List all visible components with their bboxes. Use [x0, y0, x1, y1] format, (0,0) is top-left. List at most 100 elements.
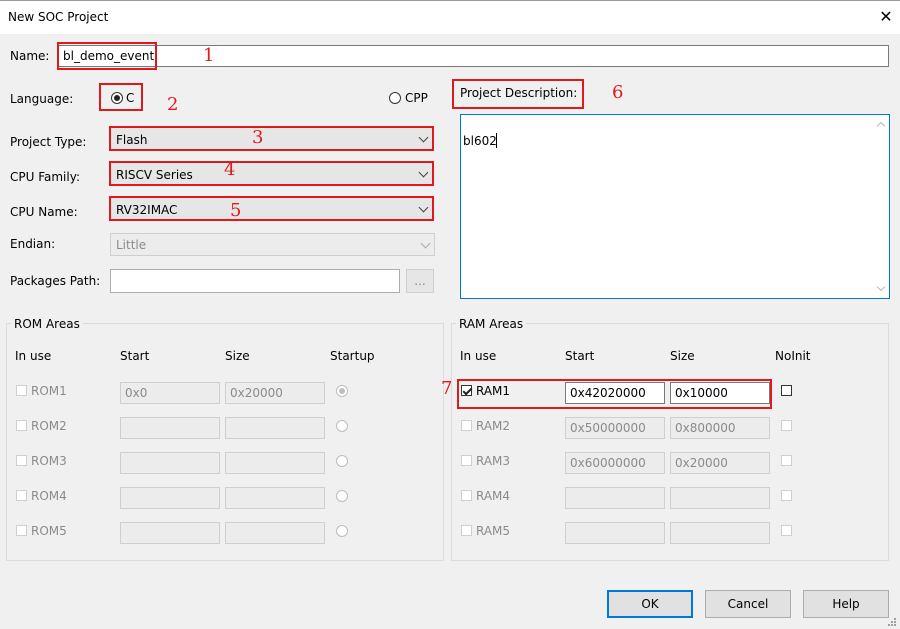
annotation-7: 7 [441, 378, 453, 399]
rom2-size[interactable] [225, 417, 325, 439]
rom-areas-title: ROM Areas [11, 317, 83, 331]
rom1-size[interactable]: 0x20000 [225, 382, 325, 404]
rom2-startup-radio[interactable] [336, 420, 348, 432]
project-type-label: Project Type: [10, 135, 87, 149]
ram5-noinit-checkbox[interactable] [781, 525, 792, 536]
rom1-start[interactable]: 0x0 [120, 382, 220, 404]
annotation-3: 3 [252, 127, 264, 148]
packages-path-input[interactable] [110, 269, 400, 293]
annotation-1: 1 [203, 45, 215, 66]
ram-areas-title: RAM Areas [456, 317, 527, 331]
rom2-label: ROM2 [31, 419, 67, 433]
ram3-checkbox[interactable] [461, 455, 472, 466]
ram1-noinit-checkbox[interactable] [781, 385, 792, 396]
rom4-start[interactable] [120, 487, 220, 509]
ram1-checkbox[interactable] [461, 385, 472, 396]
scrollbar[interactable] [873, 115, 889, 298]
ram-header-noinit: NoInit [775, 349, 811, 363]
cpu-family-value: RISCV Series [116, 168, 193, 182]
rom5-checkbox[interactable] [16, 525, 27, 536]
rom3-startup-radio[interactable] [336, 455, 348, 467]
ram2-noinit-checkbox[interactable] [781, 420, 792, 431]
rom1-label: ROM1 [31, 384, 67, 398]
rom1-checkbox[interactable] [16, 385, 27, 396]
language-label: Language: [10, 92, 74, 106]
rom1-startup-radio[interactable] [336, 385, 348, 397]
endian-select[interactable]: Little [110, 233, 435, 256]
ram5-checkbox[interactable] [461, 525, 472, 536]
lang-cpp-label: CPP [405, 91, 428, 105]
chevron-down-icon [418, 132, 429, 143]
rom3-label: ROM3 [31, 454, 67, 468]
rom5-size[interactable] [225, 522, 325, 544]
rom4-checkbox[interactable] [16, 490, 27, 501]
rom4-size[interactable] [225, 487, 325, 509]
ram4-noinit-checkbox[interactable] [781, 490, 792, 501]
cpu-family-select[interactable]: RISCV Series [109, 161, 434, 186]
chevron-down-icon [418, 202, 429, 213]
annotation-4: 4 [224, 159, 236, 180]
ram5-start[interactable] [565, 522, 665, 544]
ram5-size[interactable] [670, 522, 770, 544]
rom5-start[interactable] [120, 522, 220, 544]
ram3-start[interactable]: 0x60000000 [565, 452, 665, 474]
ram2-label: RAM2 [476, 419, 511, 433]
cpu-name-label: CPU Name: [10, 205, 78, 219]
lang-cpp-radio[interactable] [389, 92, 401, 104]
ram1-start[interactable]: 0x42020000 [565, 382, 665, 404]
rom3-size[interactable] [225, 452, 325, 474]
ram3-label: RAM3 [476, 454, 511, 468]
project-type-value: Flash [116, 133, 148, 147]
project-description-textarea[interactable]: bl602 [460, 114, 890, 299]
ram1-label: RAM1 [476, 384, 511, 398]
rom2-checkbox[interactable] [16, 420, 27, 431]
lang-c-label: C [126, 91, 135, 105]
cancel-button[interactable]: Cancel [705, 590, 791, 618]
rom2-start[interactable] [120, 417, 220, 439]
annotation-6: 6 [612, 82, 624, 103]
rom-header-startup: Startup [330, 349, 375, 363]
ram4-start[interactable] [565, 487, 665, 509]
cpu-name-value: RV32IMAC [116, 203, 178, 217]
ram4-size[interactable] [670, 487, 770, 509]
rom5-label: ROM5 [31, 524, 67, 538]
rom4-label: ROM4 [31, 489, 67, 503]
ram3-size[interactable]: 0x20000 [670, 452, 770, 474]
close-icon[interactable]: ✕ [876, 6, 896, 28]
rom5-startup-radio[interactable] [336, 525, 348, 537]
rom3-checkbox[interactable] [16, 455, 27, 466]
ram5-label: RAM5 [476, 524, 511, 538]
rom-header-size: Size [225, 349, 250, 363]
annotation-5: 5 [230, 200, 242, 221]
rom-header-start: Start [120, 349, 150, 363]
help-button[interactable]: Help [803, 590, 889, 618]
packages-path-label: Packages Path: [10, 274, 101, 288]
rom4-startup-radio[interactable] [336, 490, 348, 502]
ram2-checkbox[interactable] [461, 420, 472, 431]
text-cursor [496, 133, 497, 148]
ram3-noinit-checkbox[interactable] [781, 455, 792, 466]
endian-label: Endian: [10, 237, 56, 251]
ram-header-inuse: In use [460, 349, 497, 363]
ram-header-start: Start [565, 349, 595, 363]
description-value: bl602 [463, 134, 497, 148]
browse-button[interactable]: ... [406, 269, 434, 293]
lang-c-radio[interactable] [111, 92, 123, 104]
ram4-checkbox[interactable] [461, 490, 472, 501]
resize-grip-icon[interactable] [886, 615, 896, 626]
title-bar [0, 0, 900, 34]
name-value: bl_demo_event [63, 49, 155, 63]
ram1-size[interactable]: 0x10000 [670, 382, 770, 404]
project-description-label: Project Description: [460, 86, 578, 100]
rom3-start[interactable] [120, 452, 220, 474]
cpu-name-select[interactable]: RV32IMAC [109, 196, 434, 221]
ok-button[interactable]: OK [607, 590, 693, 618]
ram2-start[interactable]: 0x50000000 [565, 417, 665, 439]
cpu-family-label: CPU Family: [10, 170, 80, 184]
name-input[interactable] [57, 45, 889, 67]
project-type-select[interactable]: Flash [109, 126, 434, 151]
chevron-down-icon [418, 167, 429, 178]
endian-value: Little [116, 238, 147, 252]
ram-header-size: Size [670, 349, 695, 363]
ram2-size[interactable]: 0x800000 [670, 417, 770, 439]
